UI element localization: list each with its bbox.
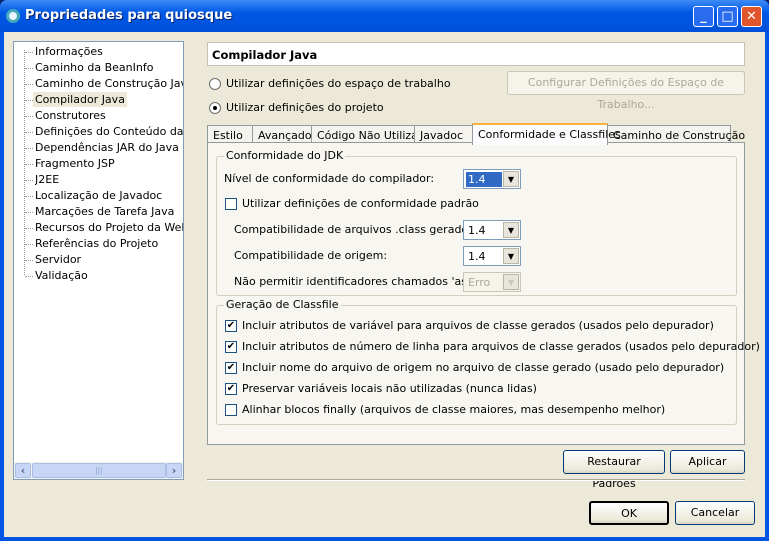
horizontal-scrollbar[interactable]: ‹ ||| ›	[14, 462, 183, 479]
ok-button[interactable]: OK	[589, 501, 669, 525]
radio-label: Utilizar definições do espaço de trabalh…	[226, 77, 451, 90]
source-compat-select[interactable]: 1.4 ▼	[463, 246, 521, 266]
tree-connector	[25, 84, 33, 85]
tree-connector	[25, 68, 33, 69]
classfile-generation-group: Geração de Classfile ✔ Incluir atributos …	[216, 298, 760, 425]
tree-connector	[25, 260, 33, 261]
compliance-label: Nível de conformidade do compilador:	[224, 172, 435, 185]
classfile-option-checkbox[interactable]: ✔ Incluir atributos de variável para arqu…	[225, 319, 714, 332]
checkbox-box: ✔	[225, 340, 237, 353]
scroll-right-button[interactable]: ›	[166, 463, 182, 478]
tree-item[interactable]: Definições do Conteúdo da Web	[35, 124, 183, 139]
tree-item[interactable]: Validação	[35, 268, 183, 283]
classfile-option-checkbox[interactable]: ✔ Incluir nome do arquivo de origem no ar…	[225, 361, 724, 374]
tree-item[interactable]: Informações	[35, 44, 183, 59]
tree-item[interactable]: Localização de Javadoc	[35, 188, 183, 203]
tree-item[interactable]: Compilador Java	[33, 92, 127, 107]
tree-item[interactable]: Caminho de Construção Java	[35, 76, 183, 91]
radio-label: Utilizar definições do projeto	[226, 101, 384, 114]
group-title: Geração de Classfile	[224, 298, 341, 311]
checkbox-box: ✔	[225, 319, 237, 332]
group-title: Conformidade do JDK	[224, 149, 346, 162]
tree-connector	[25, 52, 33, 53]
scroll-left-button[interactable]: ‹	[15, 463, 31, 478]
tree-item[interactable]: Recursos do Projeto da Web	[35, 220, 183, 235]
tree-connector	[25, 196, 33, 197]
tree-connector	[25, 132, 33, 133]
classfile-compat-select[interactable]: 1.4 ▼	[463, 220, 521, 240]
tree-item[interactable]: Construtores	[35, 108, 183, 123]
classfile-compat-label: Compatibilidade de arquivos .class gerad…	[234, 223, 478, 236]
tree-connector	[25, 212, 33, 213]
tab[interactable]: Conformidade e Classfiles	[472, 123, 621, 145]
checkbox-box: ✔	[225, 361, 237, 374]
source-compat-label: Compatibilidade de origem:	[234, 249, 388, 262]
jdk-compliance-group: Conformidade do JDK Nível de conformidad…	[216, 149, 737, 296]
classfile-option-checkbox[interactable]: Alinhar blocos finally (arquivos de clas…	[225, 403, 665, 416]
checkbox-label: Utilizar definições de conformidade padr…	[242, 197, 479, 210]
minimize-button[interactable]: _	[693, 6, 714, 27]
chevron-down-icon: ▼	[503, 222, 519, 238]
checkbox-label: Incluir nome do arquivo de origem no arq…	[242, 361, 725, 374]
radio-indicator	[209, 77, 221, 90]
tree-item[interactable]: J2EE	[35, 172, 183, 187]
configure-workspace-button[interactable]: Configurar Definições do Espaço de Traba…	[507, 71, 745, 111]
tree-item[interactable]: Marcações de Tarefa Java	[35, 204, 183, 219]
tree-item[interactable]: Dependências JAR do Java	[35, 140, 183, 155]
default-compliance-checkbox[interactable]: Utilizar definições de conformidade padr…	[225, 197, 479, 210]
tree-connector	[25, 164, 33, 165]
tab-panel: Conformidade do JDK Nível de conformidad…	[207, 142, 760, 445]
compliance-level-select[interactable]: 1.4 ▼	[463, 169, 521, 189]
cancel-button[interactable]: Cancelar	[675, 501, 755, 525]
tree-connector	[25, 228, 33, 229]
page-title: Compilador Java	[207, 42, 745, 66]
classfile-option-checkbox[interactable]: ✔ Incluir atributos de número de linha pa…	[225, 340, 760, 353]
tree-connector	[25, 180, 33, 181]
window-title: Propriedades para quiosque	[25, 8, 233, 23]
divider	[207, 479, 745, 481]
app-icon	[6, 9, 20, 23]
dialog-window: Propriedades para quiosque _ □ ✕ ‹ ||| ›…	[0, 0, 769, 541]
chevron-down-icon: ▼	[503, 248, 519, 264]
select-value: Erro	[468, 276, 491, 289]
radio-workspace-settings[interactable]: Utilizar definições do espaço de trabalh…	[209, 77, 451, 90]
maximize-button[interactable]: □	[717, 6, 738, 27]
tree-connector	[25, 148, 33, 149]
tree-item[interactable]: Servidor	[35, 252, 183, 267]
checkbox-label: Incluir atributos de número de linha par…	[242, 340, 760, 353]
close-button[interactable]: ✕	[741, 6, 762, 27]
checkbox-label: Preservar variáveis locais não utilizada…	[242, 382, 537, 395]
properties-tree: ‹ ||| › Informações Caminho da BeanInfo Ca…	[13, 41, 184, 480]
restore-defaults-button[interactable]: Restaurar Padrões	[563, 450, 665, 490]
apply-button[interactable]: Aplicar	[670, 450, 745, 474]
checkbox-box: ✔	[225, 382, 237, 395]
dialog-client: ‹ ||| › Informações Caminho da BeanInfo Ca…	[4, 32, 765, 537]
select-value: 1.4	[468, 224, 486, 237]
select-value: 1.4	[466, 172, 502, 187]
tree-connector	[25, 244, 33, 245]
tree-connector	[25, 116, 33, 117]
scroll-thumb[interactable]: |||	[32, 463, 166, 478]
checkbox-box	[225, 197, 237, 210]
tree-item[interactable]: Fragmento JSP	[35, 156, 183, 171]
tree-item[interactable]: Referências do Projeto	[35, 236, 183, 251]
checkbox-box	[225, 403, 237, 416]
assert-select[interactable]: Erro ▼	[463, 272, 521, 292]
title-bar[interactable]: Propriedades para quiosque _ □ ✕	[0, 0, 769, 32]
tree-connector	[25, 276, 33, 277]
chevron-down-icon: ▼	[503, 171, 519, 187]
tree-connector	[25, 100, 33, 101]
select-value: 1.4	[468, 250, 486, 263]
radio-indicator	[209, 101, 221, 114]
tree-item[interactable]: Caminho da BeanInfo	[35, 60, 183, 75]
assert-label: Não permitir identificadores chamados 'a…	[234, 275, 496, 288]
chevron-down-icon: ▼	[503, 274, 519, 290]
checkbox-label: Alinhar blocos finally (arquivos de clas…	[242, 403, 666, 416]
checkbox-label: Incluir atributos de variável para arqui…	[242, 319, 714, 332]
classfile-option-checkbox[interactable]: ✔ Preservar variáveis locais não utilizad…	[225, 382, 537, 395]
radio-project-settings[interactable]: Utilizar definições do projeto	[209, 101, 384, 114]
